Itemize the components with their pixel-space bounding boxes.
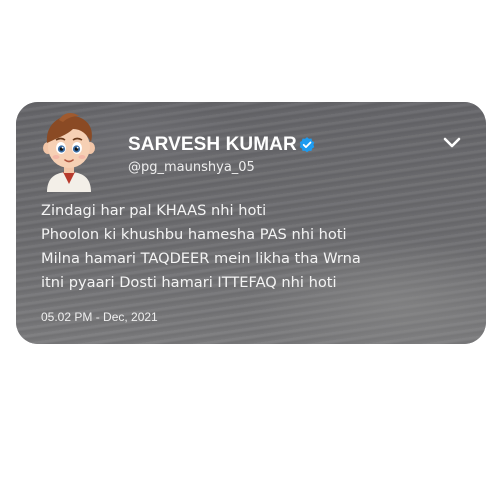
tweet-line: itni pyaari Dosti hamari ITTEFAQ nhi hot… (41, 274, 337, 291)
avatar[interactable] (33, 108, 105, 192)
verified-badge-icon (299, 137, 315, 153)
tweet-line: Milna hamari TAQDEER mein likha tha Wrna (41, 250, 361, 267)
author-handle[interactable]: @pg_maunshya_05 (128, 160, 255, 175)
author-name[interactable]: SARVESH KUMAR (128, 134, 297, 156)
tweet-timestamp[interactable]: 05.02 PM - Dec, 2021 (41, 310, 158, 324)
tweet-text: Zindagi har pal KHAAS nhi hoti Phoolon k… (41, 199, 461, 295)
author-name-row[interactable]: SARVESH KUMAR (128, 133, 316, 157)
tweet-line: Zindagi har pal KHAAS nhi hoti (41, 202, 267, 219)
tweet-card: SARVESH KUMAR @pg_maunshya_05 Zindagi ha… (16, 102, 486, 344)
tweet-line: Phoolon ki khushbu hamesha PAS nhi hoti (41, 226, 347, 243)
chevron-down-icon[interactable] (442, 135, 462, 151)
